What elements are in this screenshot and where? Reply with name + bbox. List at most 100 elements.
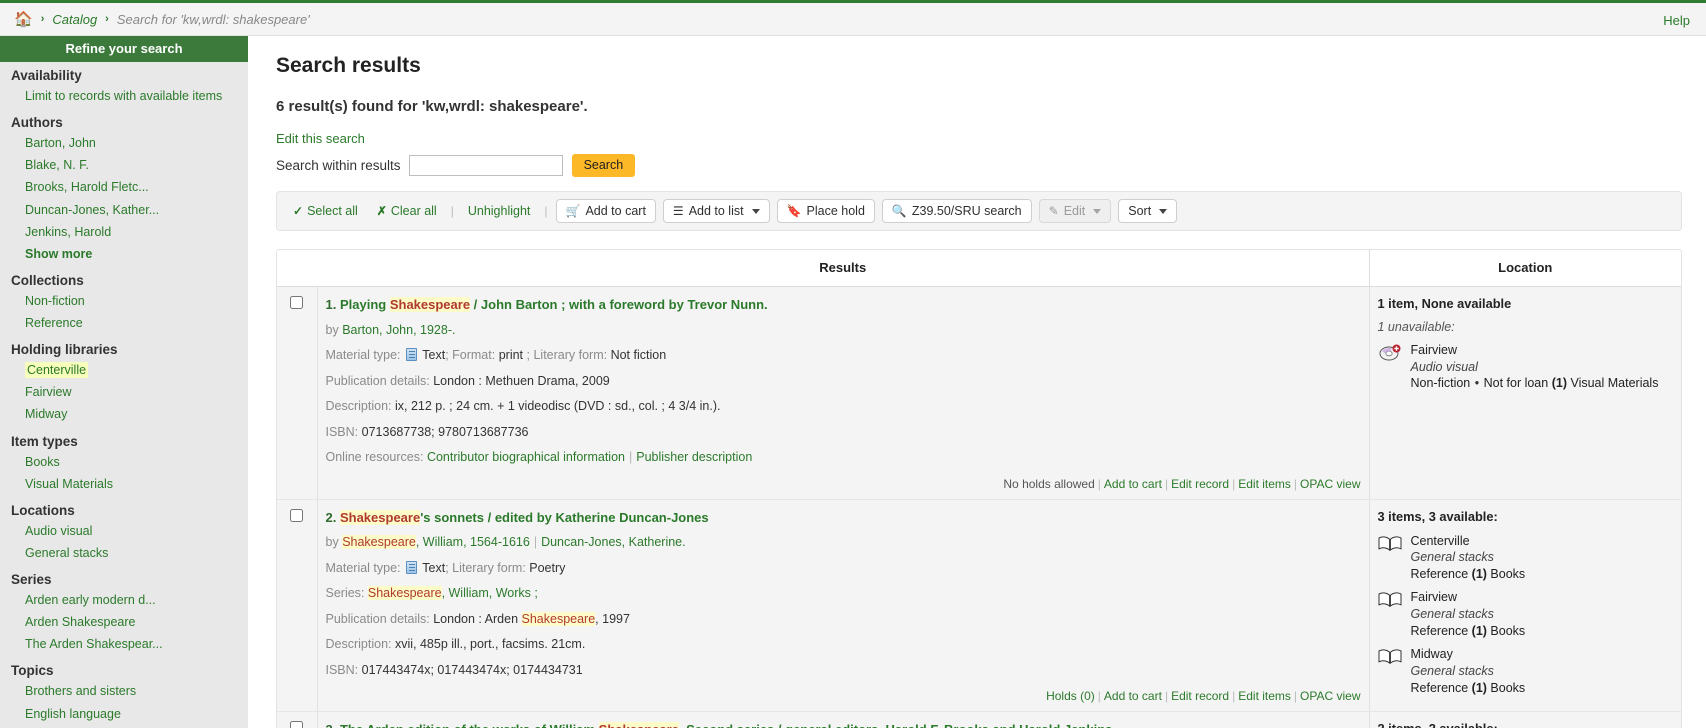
result-isbn: ISBN: 0713687738; 9780713687736 xyxy=(325,424,529,439)
place-hold-button[interactable]: 🔖 Place hold xyxy=(776,199,875,223)
sort-button[interactable]: Sort xyxy=(1118,199,1178,223)
result-action-link[interactable]: OPAC view xyxy=(1300,689,1360,703)
facet-item[interactable]: Barton, John xyxy=(0,132,248,154)
location-callnumber: Reference (1) Books xyxy=(1410,680,1526,695)
author-link[interactable]: Duncan-Jones, Katherine. xyxy=(541,535,686,549)
result-number: 1. xyxy=(325,297,337,312)
clear-all-label: Clear all xyxy=(390,204,437,218)
facet-item[interactable]: Reference xyxy=(0,312,248,334)
row-select-cell xyxy=(277,711,318,728)
facet-item[interactable]: Jenkins, Harold xyxy=(0,221,248,243)
facet-item-link[interactable]: Jenkins, Harold xyxy=(25,225,111,239)
facet-item[interactable]: Non-fiction xyxy=(0,290,248,312)
add-to-list-label: Add to list xyxy=(688,204,744,218)
result-action-link[interactable]: Holds (0) xyxy=(1046,689,1095,703)
facet-item-link[interactable]: Visual Materials xyxy=(25,477,113,491)
add-to-cart-button[interactable]: 🛒 Add to cart xyxy=(555,199,656,223)
list-icon: ☰ xyxy=(672,204,684,218)
clear-all-button[interactable]: ✗ Clear all xyxy=(371,202,443,220)
facet-item[interactable]: Retribution xyxy=(0,725,248,728)
facet-item-link[interactable]: Brothers and sisters xyxy=(25,684,136,698)
search-icon: 🔍 xyxy=(891,204,907,218)
facet-item-link[interactable]: Arden Shakespeare xyxy=(25,615,136,629)
facet-item[interactable]: Audio visual xyxy=(0,520,248,542)
facet-item[interactable]: Books xyxy=(0,451,248,473)
online-resource-link[interactable]: Publisher description xyxy=(636,450,752,464)
table-row: 3. The Arden edition of the works of Wil… xyxy=(277,711,1681,728)
row-checkbox[interactable] xyxy=(290,508,304,522)
unhighlight-button[interactable]: Unhighlight xyxy=(462,202,537,220)
edit-this-search-link[interactable]: Edit this search xyxy=(276,131,1682,146)
result-action-link[interactable]: Edit items xyxy=(1238,477,1291,491)
facet-item[interactable]: General stacks xyxy=(0,542,248,564)
location-library: Midway xyxy=(1410,647,1453,662)
facet-item-link[interactable]: Brooks, Harold Fletc... xyxy=(25,180,149,194)
place-hold-label: Place hold xyxy=(806,204,865,218)
facet-item-link[interactable]: Books xyxy=(25,455,60,469)
author-link[interactable]: Barton, John, 1928-. xyxy=(342,323,455,337)
facet-item[interactable]: Brothers and sisters xyxy=(0,680,248,702)
facet-group-title: Locations xyxy=(11,502,75,518)
facet-item[interactable]: English language xyxy=(0,703,248,725)
facet-item[interactable]: The Arden Shakespear... xyxy=(0,633,248,655)
facet-item-link[interactable]: Barton, John xyxy=(25,136,96,150)
facet-item[interactable]: Blake, N. F. xyxy=(0,154,248,176)
facet-item[interactable]: Brooks, Harold Fletc... xyxy=(0,176,248,198)
online-resource-link[interactable]: Contributor biographical information xyxy=(427,450,625,464)
location-callnumber: Reference (1) Books xyxy=(1410,566,1526,581)
toolbar-divider-2: | xyxy=(544,204,548,218)
row-checkbox[interactable] xyxy=(290,721,304,728)
facet-item[interactable]: Visual Materials xyxy=(0,473,248,495)
result-title-link[interactable]: Shakespeare's sonnets / edited by Kather… xyxy=(339,509,709,525)
text-material-icon xyxy=(406,348,418,362)
series-link[interactable]: Shakespeare, William, Works ; xyxy=(367,586,538,601)
facet-item[interactable]: Arden early modern d... xyxy=(0,589,248,611)
facet-item[interactable]: Duncan-Jones, Kather... xyxy=(0,199,248,221)
help-link[interactable]: Help xyxy=(1663,13,1690,28)
facet-item-link[interactable]: Show more xyxy=(25,247,92,261)
result-action-link[interactable]: Add to cart xyxy=(1104,689,1162,703)
select-all-button[interactable]: ✓ Select all xyxy=(287,202,364,220)
result-action-link[interactable]: OPAC view xyxy=(1300,477,1360,491)
facet-item-link[interactable]: General stacks xyxy=(25,546,108,560)
facet-item[interactable]: Arden Shakespeare xyxy=(0,611,248,633)
result-description: Description: ix, 212 p. ; 24 cm. + 1 vid… xyxy=(325,399,721,414)
result-title-link[interactable]: Playing Shakespeare / John Barton ; with… xyxy=(340,297,768,312)
facet-item-link[interactable]: Reference xyxy=(25,316,83,330)
facet-item-link[interactable]: Audio visual xyxy=(25,524,92,538)
facet-item[interactable]: Show more xyxy=(0,243,248,265)
home-icon[interactable]: 🏠 xyxy=(14,12,33,27)
facet-item-link[interactable]: English language xyxy=(25,707,121,721)
facet-item-link[interactable]: Duncan-Jones, Kather... xyxy=(25,203,159,217)
result-action-link[interactable]: Add to cart xyxy=(1104,477,1162,491)
result-title-link[interactable]: The Arden edition of the works of Willia… xyxy=(340,722,1116,728)
result-action-link[interactable]: Edit items xyxy=(1238,689,1291,703)
search-within-input[interactable] xyxy=(408,155,563,176)
facet-item-link[interactable]: Limit to records with available items xyxy=(25,89,222,103)
facet-item[interactable]: Midway xyxy=(0,403,248,425)
row-select-cell xyxy=(277,286,318,500)
facet-item-link[interactable]: Arden early modern d... xyxy=(25,593,156,607)
facet-item[interactable]: Centerville xyxy=(0,359,248,381)
z3950-search-button[interactable]: 🔍 Z39.50/SRU search xyxy=(881,199,1032,223)
facet-item-link[interactable]: Centerville xyxy=(25,362,89,379)
row-checkbox[interactable] xyxy=(290,296,304,309)
search-button[interactable]: Search xyxy=(571,154,636,177)
result-action-link[interactable]: Edit record xyxy=(1171,477,1229,491)
breadcrumb-catalog-link[interactable]: Catalog xyxy=(52,12,97,27)
edit-button[interactable]: ✎ Edit xyxy=(1038,199,1112,223)
facet-item[interactable]: Fairview xyxy=(0,381,248,403)
facet-group-title: Availability xyxy=(11,68,82,83)
facet-item-link[interactable]: Blake, N. F. xyxy=(25,158,89,172)
facet-group: Locations Audio visual General stacks xyxy=(0,497,248,566)
facet-item-link[interactable]: The Arden Shakespear... xyxy=(25,637,163,651)
result-online-resources: Online resources: Contributor biographic… xyxy=(325,450,753,465)
facet-item[interactable]: Limit to records with available items xyxy=(0,85,248,107)
author-link[interactable]: Shakespeare, William, 1564-1616 xyxy=(342,535,530,550)
dvd-icon xyxy=(1378,344,1402,361)
facet-item-link[interactable]: Midway xyxy=(25,407,67,421)
facet-item-link[interactable]: Non-fiction xyxy=(25,294,85,308)
add-to-list-button[interactable]: ☰ Add to list xyxy=(662,199,770,223)
result-action-link[interactable]: Edit record xyxy=(1171,689,1229,703)
facet-item-link[interactable]: Fairview xyxy=(25,385,72,399)
